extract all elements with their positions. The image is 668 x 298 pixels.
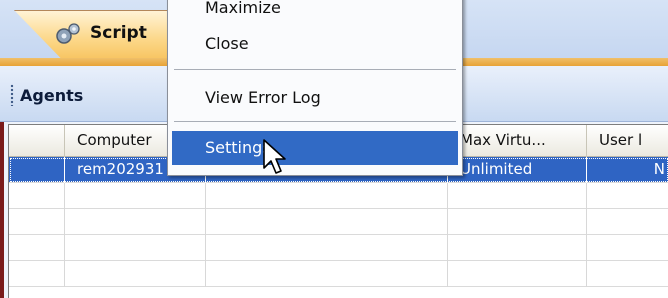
gears-icon: [56, 23, 80, 44]
menu-item-close[interactable]: Close: [172, 27, 458, 61]
panel-title: Agents: [20, 86, 84, 105]
table-cell-user: N: [653, 160, 665, 178]
table-row[interactable]: [9, 183, 668, 209]
menu-item-view-error-log[interactable]: View Error Log: [172, 81, 458, 115]
menu-separator: [174, 121, 456, 122]
context-menu: Maximize Close View Error Log Settings: [167, 0, 463, 176]
table-row[interactable]: [9, 235, 668, 261]
menu-item-maximize[interactable]: Maximize: [172, 0, 458, 21]
column-header-user[interactable]: User l: [587, 125, 668, 157]
toolbar-grip-handle[interactable]: [10, 84, 14, 106]
mouse-pointer-icon: [263, 139, 286, 174]
table-row[interactable]: [9, 209, 668, 235]
column-header-max-virtual-users[interactable]: Max Virtu...: [448, 125, 587, 157]
table-cell: [9, 157, 65, 183]
table-cell-max-virtual-users: Unlimited: [448, 157, 587, 183]
table-row[interactable]: [9, 261, 668, 287]
column-header-select[interactable]: [9, 125, 65, 157]
tab-script-label: Script: [90, 23, 147, 43]
menu-separator: [174, 69, 456, 70]
menu-item-settings[interactable]: Settings: [172, 131, 458, 165]
